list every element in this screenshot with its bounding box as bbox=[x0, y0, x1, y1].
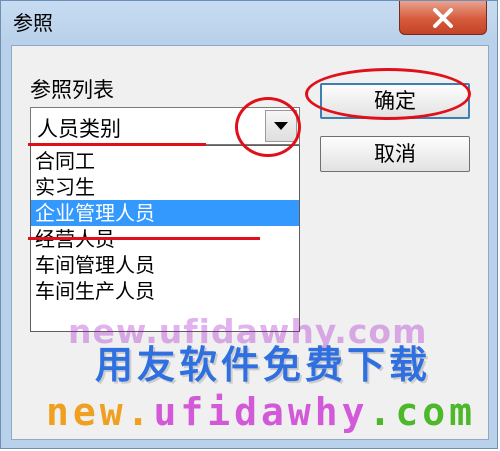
annotation-circle-arrow bbox=[235, 97, 301, 157]
close-icon bbox=[433, 8, 453, 28]
title-bar[interactable]: 参照 bbox=[1, 1, 497, 45]
dropdown-option[interactable]: 车间管理人员 bbox=[31, 252, 299, 278]
reference-list-label: 参照列表 bbox=[30, 78, 114, 102]
annotation-underline-option bbox=[28, 237, 260, 240]
dropdown-option-highlighted[interactable]: 企业管理人员 bbox=[31, 200, 299, 226]
watermark-footer-url: new.ufidawhy.com bbox=[46, 390, 476, 434]
watermark-footer-part: .com bbox=[368, 390, 477, 434]
watermark-footer-part: new. bbox=[46, 390, 154, 434]
watermark-footer-part: ufidawhy bbox=[153, 390, 369, 434]
annotation-underline-combobox bbox=[28, 143, 206, 146]
watermark-title: 用友软件免费下载 bbox=[94, 343, 431, 387]
cancel-button[interactable]: 取消 bbox=[320, 136, 470, 172]
close-button[interactable] bbox=[399, 1, 487, 35]
window-title: 参照 bbox=[13, 11, 53, 35]
annotation-circle-ok bbox=[305, 68, 471, 120]
combobox-value: 人员类别 bbox=[37, 117, 121, 141]
dropdown-option[interactable]: 实习生 bbox=[31, 174, 299, 200]
dropdown-option[interactable]: 车间生产人员 bbox=[31, 278, 299, 304]
